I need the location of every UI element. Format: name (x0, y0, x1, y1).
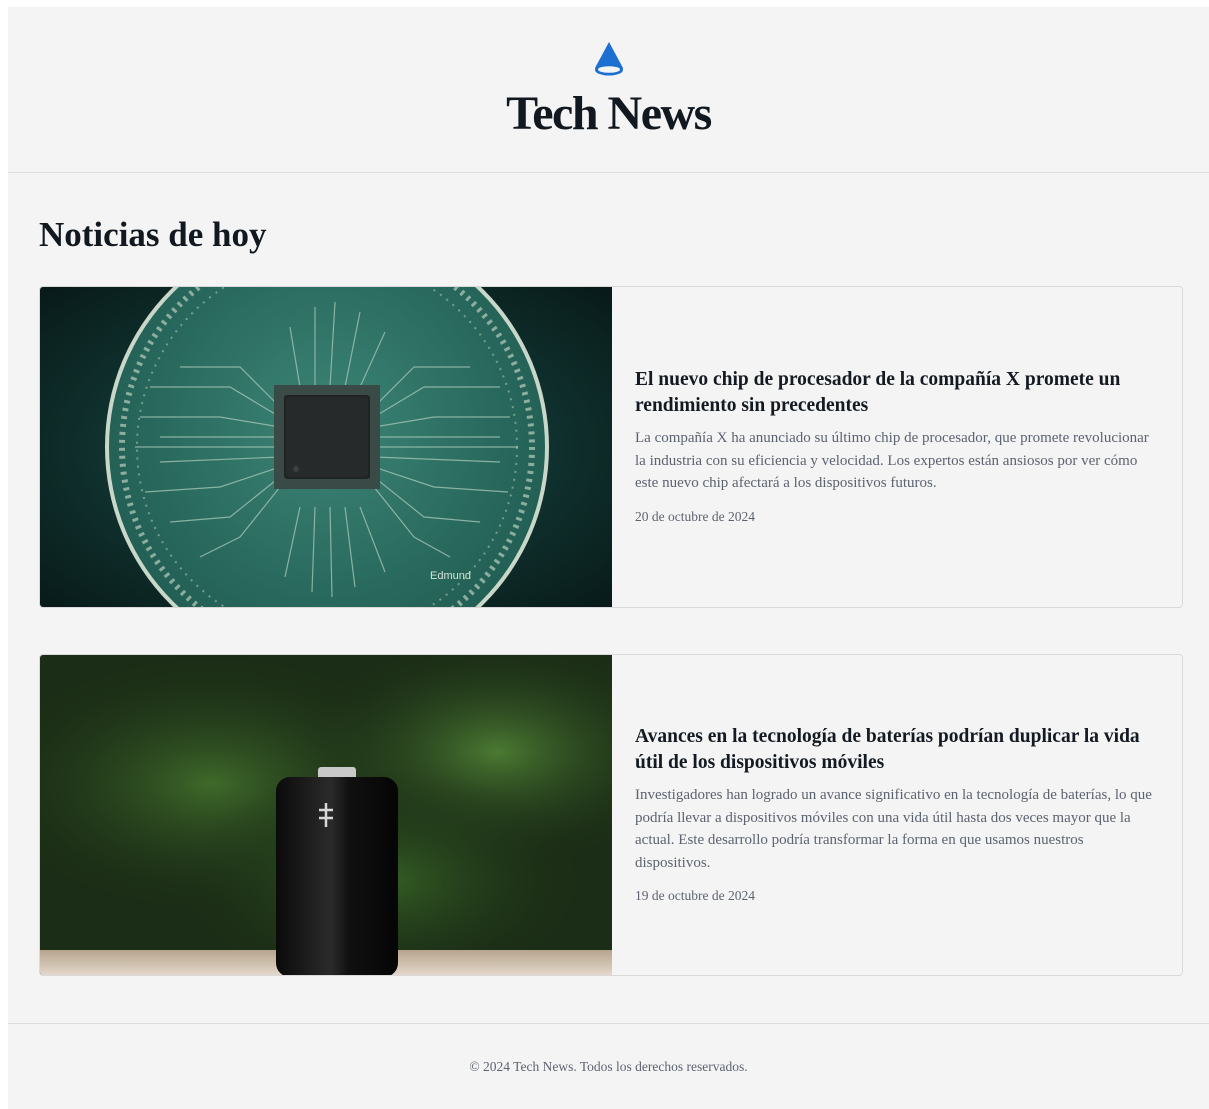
article-image-circuit-chip[interactable]: Edmund (40, 287, 612, 607)
section-title: Noticias de hoy (39, 215, 267, 254)
article-card[interactable]: Avances en la tecnología de baterías pod… (39, 654, 1183, 976)
pcb-marking-text: Edmund (430, 570, 471, 582)
site-header: Tech News (8, 7, 1209, 173)
circuit-chip-illustration: Edmund (40, 287, 612, 607)
article-title[interactable]: Avances en la tecnología de baterías pod… (635, 724, 1158, 776)
article-image-battery[interactable] (40, 655, 612, 975)
article-date: 19 de octubre de 2024 (635, 888, 755, 903)
site-title[interactable]: Tech News (506, 89, 712, 139)
article-title[interactable]: El nuevo chip de procesador de la compañ… (635, 367, 1158, 419)
article-card[interactable]: Edmund El nuevo chip de procesador de la… (39, 286, 1183, 608)
copyright-text: © 2024 Tech News. Todos los derechos res… (469, 1058, 748, 1074)
article-body: Avances en la tecnología de baterías pod… (612, 655, 1182, 975)
page: Tech News Noticias de hoy Edmund El nuev… (8, 7, 1209, 1109)
article-body: El nuevo chip de procesador de la compañ… (612, 287, 1182, 607)
article-date: 20 de octubre de 2024 (635, 508, 755, 524)
cone-logo-icon[interactable] (589, 40, 629, 80)
battery-illustration (40, 655, 612, 975)
article-summary: Investigadores han logrado un avance sig… (635, 787, 1152, 871)
site-footer: © 2024 Tech News. Todos los derechos res… (8, 1023, 1209, 1109)
article-summary: La compañía X ha anunciado su último chi… (635, 430, 1149, 492)
